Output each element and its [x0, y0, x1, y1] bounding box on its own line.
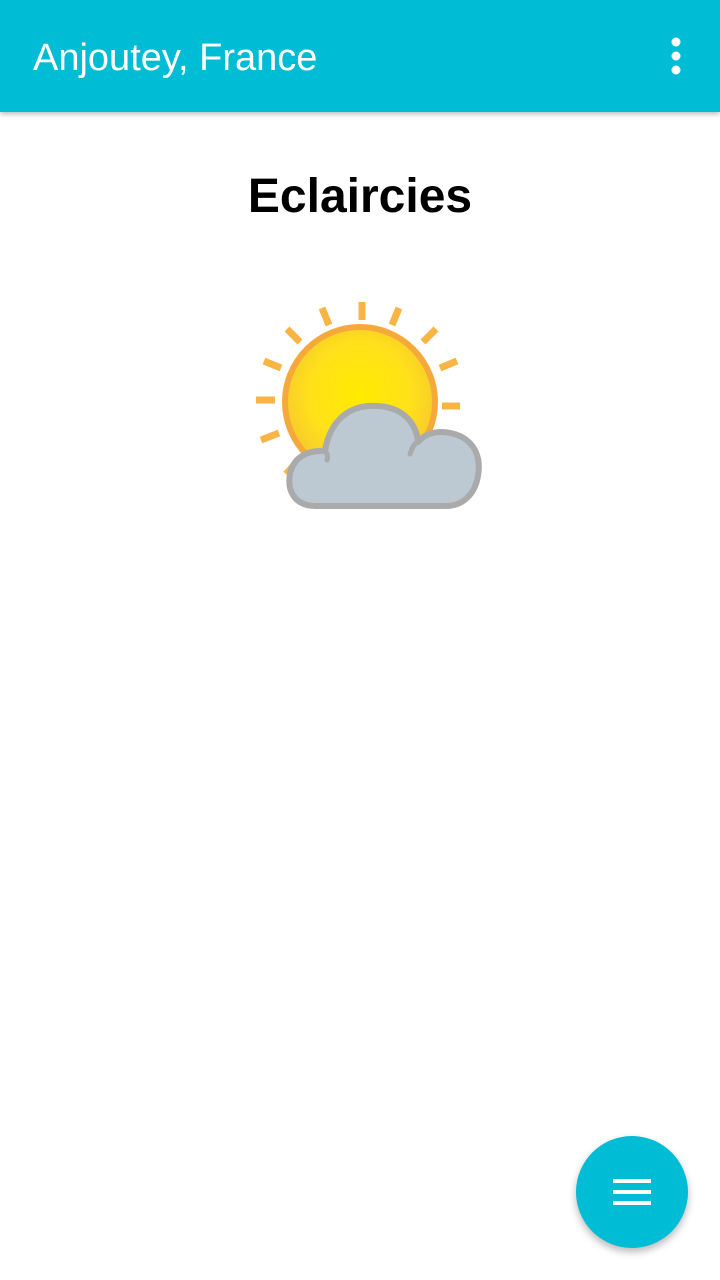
- app-bar: Anjoutey, France: [0, 0, 720, 112]
- more-vert-icon: [671, 37, 681, 75]
- menu-icon: [613, 1179, 651, 1205]
- weather-condition: Eclaircies: [247, 170, 473, 223]
- weather-content: Eclaircies: [0, 112, 720, 1280]
- more-options-button[interactable]: [652, 32, 700, 80]
- location-title: Anjoutey, France: [33, 37, 318, 79]
- menu-fab-button[interactable]: [576, 1136, 688, 1248]
- partly-sunny-icon: [256, 302, 482, 509]
